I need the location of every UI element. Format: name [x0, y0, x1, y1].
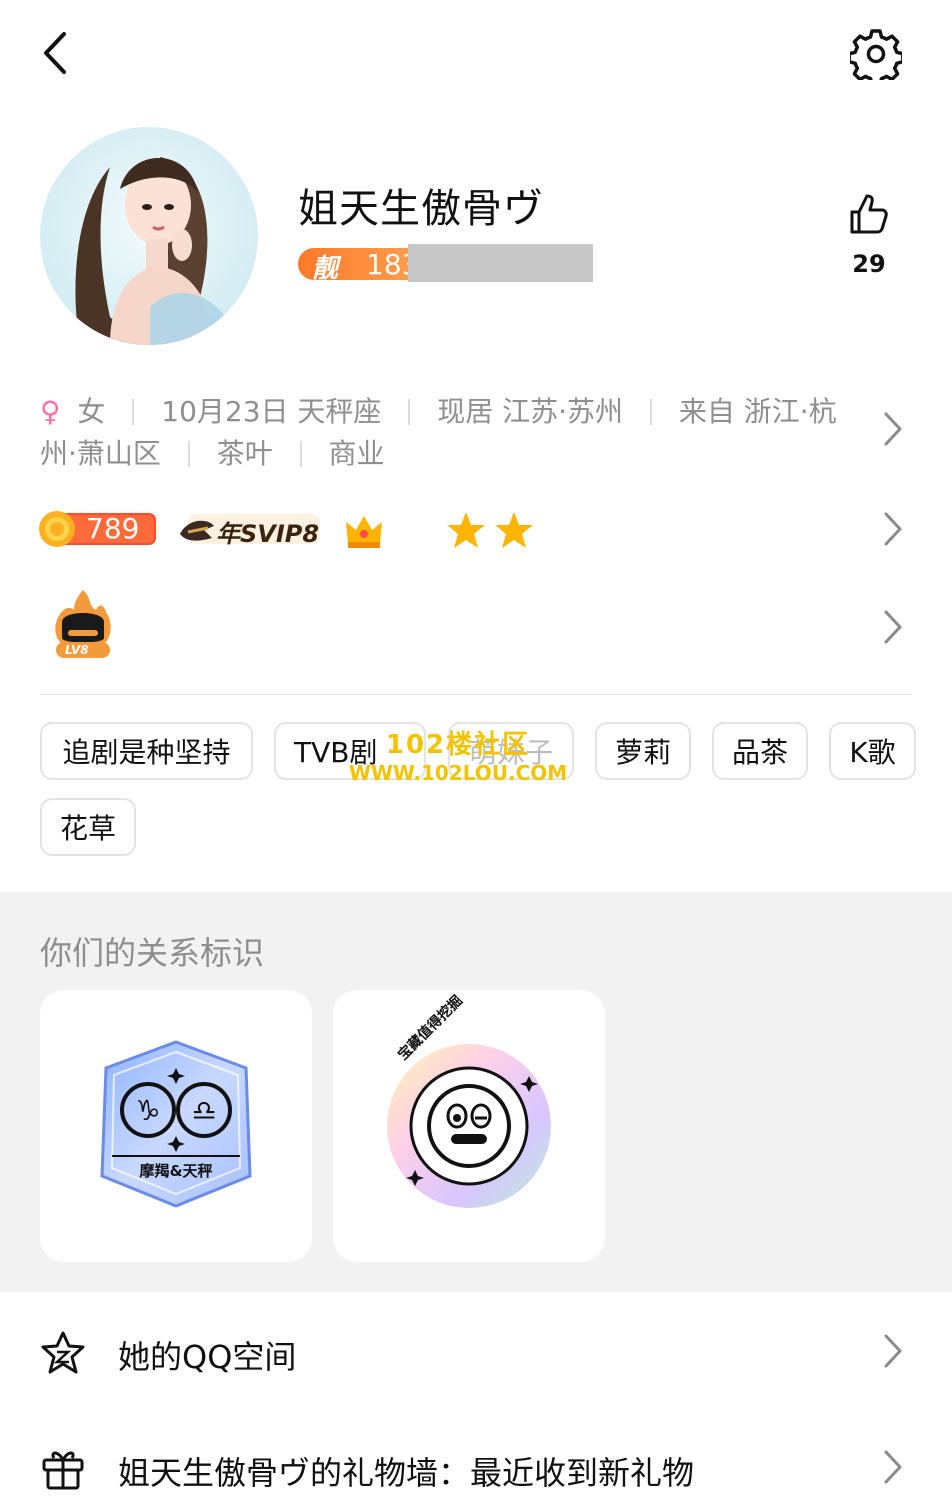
avatar-illustration: [40, 127, 258, 345]
separator: [187, 441, 190, 467]
qq-level-icons[interactable]: [344, 508, 536, 552]
hometown-text-2: 州·萧山区: [40, 437, 161, 470]
treasure-round-badge: [387, 1044, 551, 1208]
lv8-badge[interactable]: LV8: [48, 588, 118, 660]
svg-text:♑: ♑: [135, 1094, 160, 1127]
star-outline-icon: [41, 1331, 85, 1374]
thumbs-up-icon[interactable]: [846, 192, 890, 236]
gender-text: 女: [77, 395, 106, 428]
redaction-mask: [408, 244, 593, 282]
interest-tag[interactable]: 萝莉: [595, 722, 691, 780]
svip-badge[interactable]: 年SVIP8: [178, 512, 322, 548]
nickname: 姐天生傲骨ヴ: [298, 186, 544, 232]
svg-text:♎: ♎: [191, 1094, 216, 1127]
birthday-text: 10月23日 天秤座: [161, 395, 382, 428]
separator: [132, 399, 135, 425]
settings-gear-icon[interactable]: [850, 28, 902, 80]
star-icon: [447, 512, 485, 548]
separator: [299, 441, 302, 467]
industry-text: 商业: [328, 437, 385, 470]
gift-wall-row[interactable]: 姐天生傲骨ヴ的礼物墙：最近收到新礼物: [0, 1410, 952, 1500]
interest-tag[interactable]: 花草: [40, 798, 136, 856]
chevron-right-icon: [884, 1450, 902, 1484]
qzone-row[interactable]: 她的QQ空间: [0, 1296, 952, 1406]
hometown-text-1: 来自 浙江·杭: [678, 395, 837, 428]
liang-char: 靓: [312, 254, 339, 284]
interest-tag[interactable]: 品茶: [712, 722, 808, 780]
crown-icon: [346, 516, 382, 548]
like-count: 29: [852, 250, 886, 278]
moon-icon: [406, 514, 434, 549]
zodiac-relation-card[interactable]: ♑ ♎ 摩羯&天秤: [40, 990, 312, 1262]
back-arrow-icon[interactable]: [30, 28, 80, 78]
profile-info-line-2[interactable]: 州·萧山区 茶叶 商业: [40, 432, 385, 472]
coin-level-badge[interactable]: 789: [38, 510, 158, 548]
gift-wall-label: 姐天生傲骨ヴ的礼物墙：最近收到新礼物: [118, 1454, 695, 1492]
interest-tag[interactable]: 萌妹子: [448, 722, 574, 780]
chevron-right-icon: [884, 1334, 902, 1368]
zodiac-hexagon-badge: ♑ ♎: [100, 1040, 252, 1208]
coin-level-text: 789: [86, 512, 140, 545]
gift-icon: [42, 1451, 84, 1490]
relationship-title: 你们的关系标识: [40, 934, 265, 972]
interest-tag[interactable]: K歌: [829, 722, 916, 780]
separator: [408, 399, 411, 425]
divider: [40, 694, 912, 695]
profile-info-line-1[interactable]: ♀ 女 10月23日 天秤座 现居 江苏·苏州 来自 浙江·杭: [40, 390, 837, 430]
residence-text: 现居 江苏·苏州: [437, 395, 624, 428]
liang-number-badge[interactable]: 靓 183: [298, 244, 593, 284]
chevron-right-icon[interactable]: [878, 606, 908, 648]
lv8-label: LV8: [65, 643, 89, 657]
svip-text: 年SVIP8: [216, 520, 320, 548]
avatar[interactable]: [40, 127, 258, 345]
treasure-relation-card[interactable]: 宝藏值得挖掘: [333, 990, 605, 1262]
hobby-text: 茶叶: [216, 437, 273, 470]
qzone-label: 她的QQ空间: [118, 1338, 297, 1376]
chevron-right-icon[interactable]: [878, 408, 908, 450]
interest-tag[interactable]: TVB剧: [274, 722, 426, 780]
chevron-right-icon[interactable]: [878, 508, 908, 550]
star-icon: [495, 512, 533, 548]
interest-tag[interactable]: 追剧是种坚持: [40, 722, 253, 780]
separator: [649, 399, 652, 425]
zodiac-label: 摩羯&天秤: [139, 1162, 213, 1180]
female-symbol-icon: ♀: [40, 395, 61, 428]
